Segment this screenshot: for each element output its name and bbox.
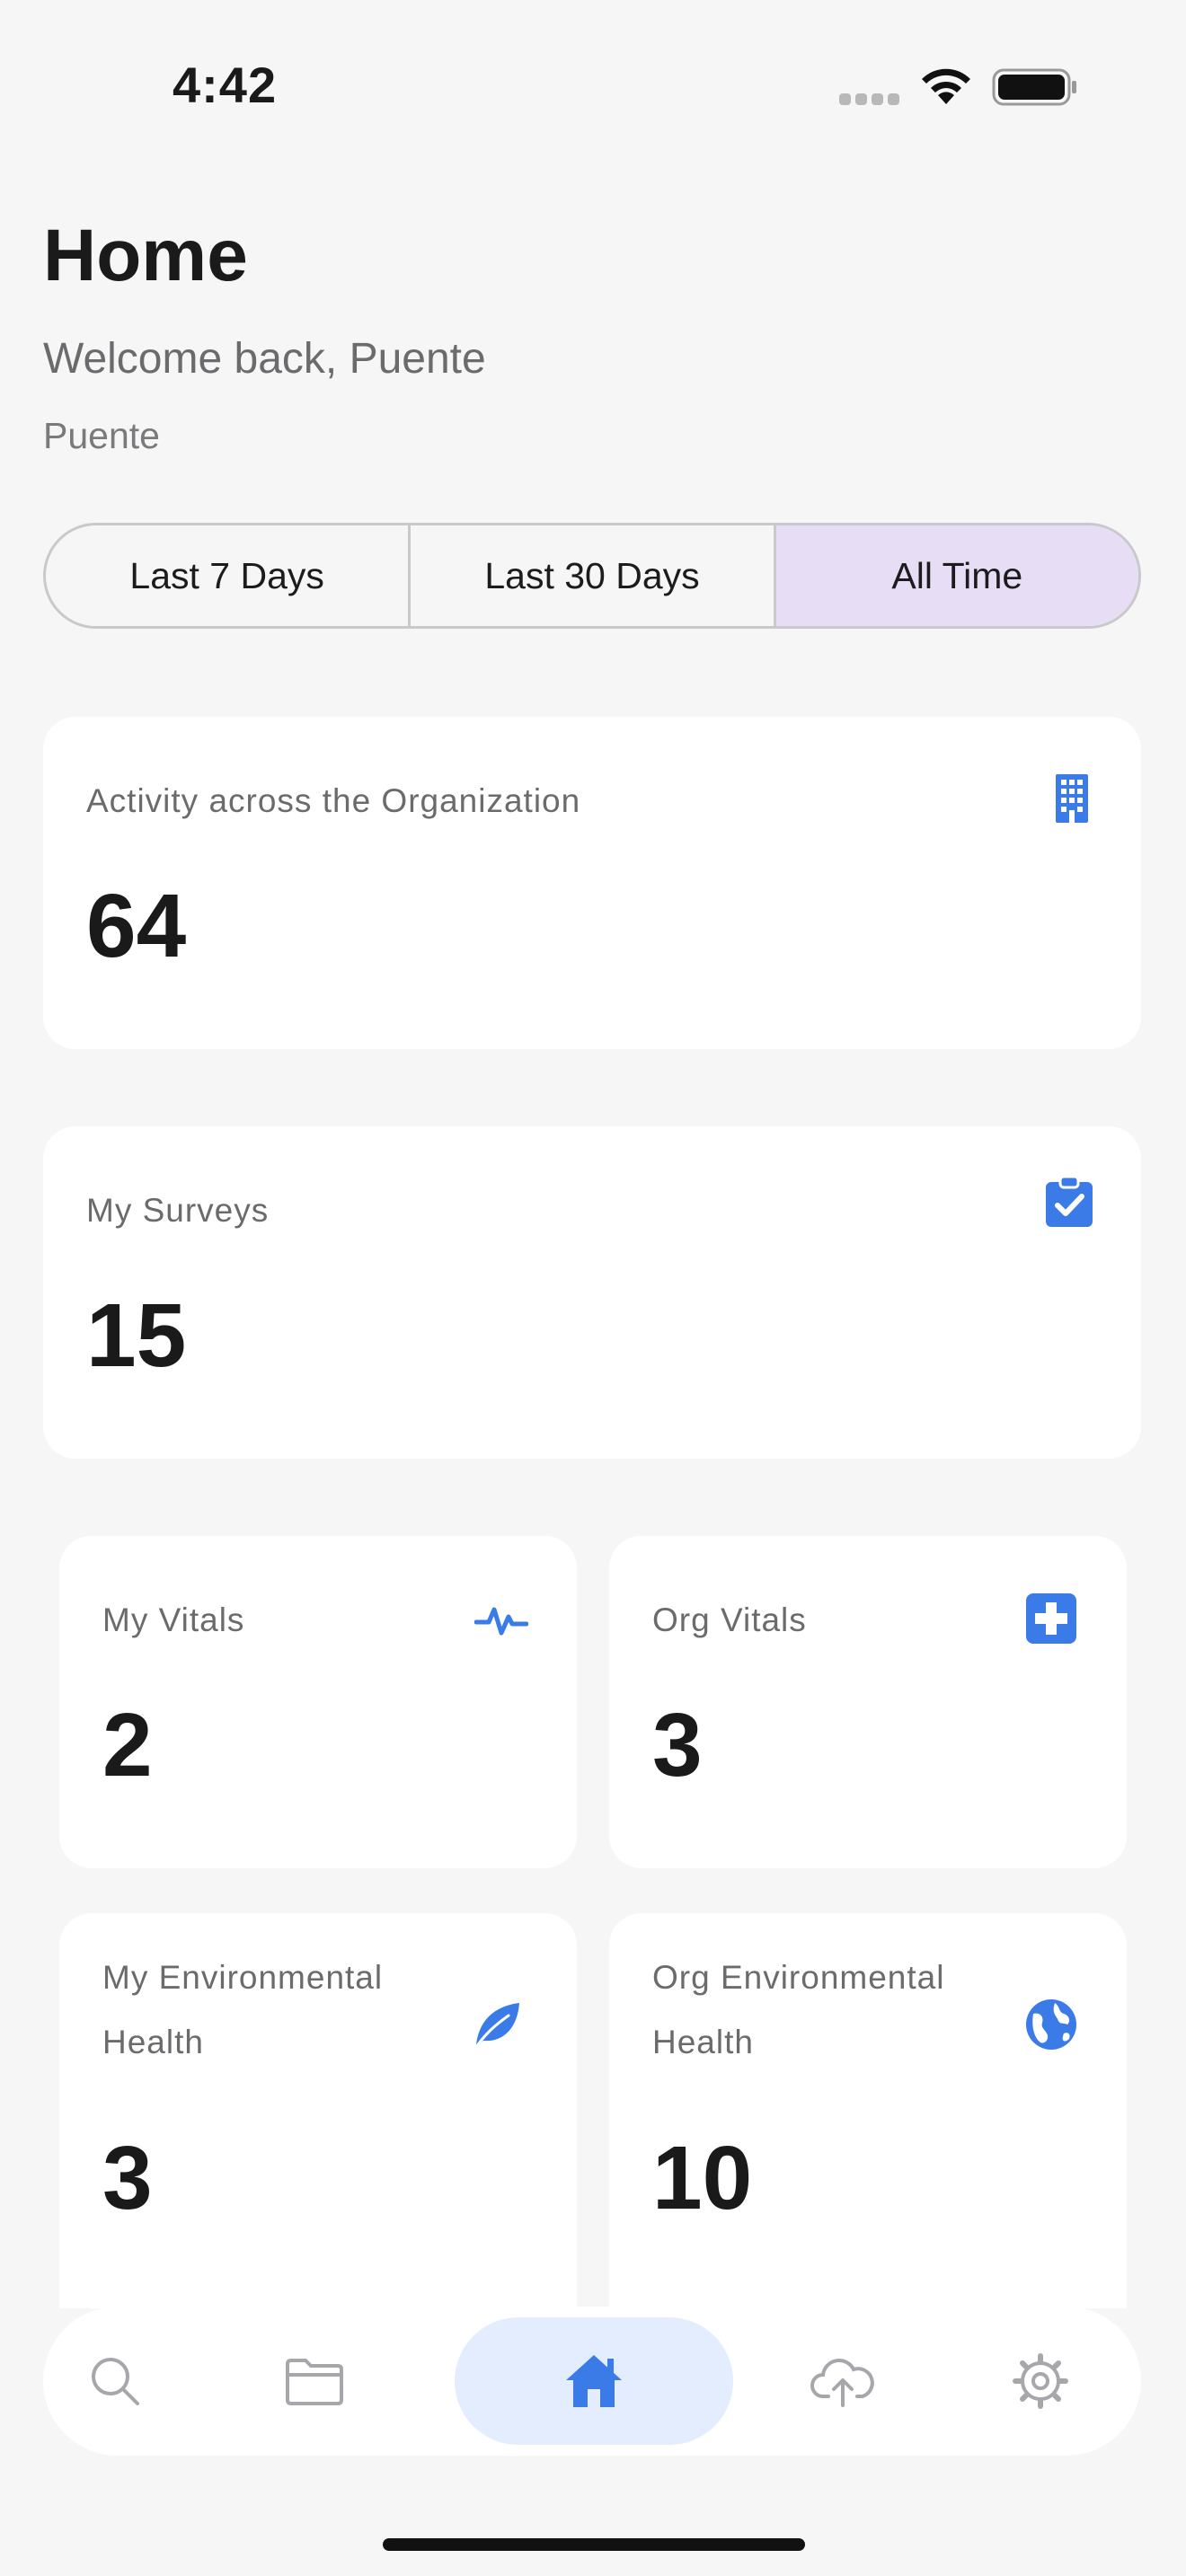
org-activity-card[interactable]: Activity across the Organization 64 — [43, 717, 1141, 1049]
card-label-line: Health — [102, 2024, 204, 2060]
status-time: 4:42 — [173, 57, 278, 113]
my-vitals-card[interactable]: My Vitals 2 — [59, 1536, 577, 1868]
folder-icon — [286, 2359, 343, 2405]
card-label: My Vitals — [102, 1601, 245, 1638]
signal-icon — [839, 93, 904, 110]
clipboard-check-icon — [1046, 1175, 1093, 1227]
card-label: My Surveys — [86, 1192, 270, 1229]
range-last-7-days[interactable]: Last 7 Days — [46, 525, 412, 626]
home-icon — [566, 2355, 622, 2407]
organization-name: Puente — [43, 415, 160, 456]
card-value: 15 — [86, 1285, 187, 1386]
nav-upload[interactable] — [771, 2307, 915, 2456]
nav-home[interactable] — [455, 2317, 733, 2445]
card-value: 3 — [102, 2128, 153, 2228]
my-surveys-card[interactable]: My Surveys 15 — [43, 1126, 1141, 1459]
range-all-time[interactable]: All Time — [775, 525, 1138, 626]
range-last-30-days[interactable]: Last 30 Days — [411, 525, 776, 626]
card-value: 2 — [102, 1695, 153, 1795]
gear-icon — [1013, 2353, 1068, 2409]
welcome-message: Welcome back, Puente — [43, 335, 486, 383]
home-indicator — [383, 2538, 805, 2551]
nav-settings[interactable] — [969, 2307, 1112, 2456]
search-icon — [92, 2358, 139, 2405]
bottom-navigation — [43, 2307, 1141, 2456]
building-icon — [1056, 774, 1088, 823]
org-vitals-card[interactable]: Org Vitals 3 — [609, 1536, 1127, 1868]
card-label: Org Environmental Health — [652, 1945, 944, 2075]
card-label: Org Vitals — [652, 1601, 807, 1638]
card-label-line: Health — [652, 2024, 754, 2060]
wifi-icon — [922, 68, 970, 104]
card-value: 10 — [652, 2128, 753, 2228]
card-label: My Environmental Health — [102, 1945, 383, 2075]
battery-icon — [992, 68, 1076, 106]
card-value: 64 — [86, 876, 187, 976]
page-title: Home — [43, 215, 248, 296]
time-range-selector: Last 7 Days Last 30 Days All Time — [43, 523, 1141, 629]
nav-files[interactable] — [243, 2307, 386, 2456]
globe-icon — [1026, 1999, 1076, 2050]
status-bar: 4:42 — [0, 0, 1186, 171]
cloud-upload-icon — [810, 2359, 874, 2407]
card-label-line: My Environmental — [102, 1959, 384, 1996]
card-value: 3 — [652, 1695, 703, 1795]
pulse-icon — [474, 1607, 528, 1636]
leaf-icon — [473, 2003, 519, 2051]
card-label: Activity across the Organization — [86, 782, 581, 819]
my-environmental-health-card[interactable]: My Environmental Health 3 — [59, 1913, 577, 2308]
org-environmental-health-card[interactable]: Org Environmental Health 10 — [609, 1913, 1127, 2308]
nav-search[interactable] — [43, 2307, 187, 2456]
card-label-line: Org Environmental — [652, 1959, 945, 1996]
medical-cross-icon — [1026, 1593, 1076, 1644]
